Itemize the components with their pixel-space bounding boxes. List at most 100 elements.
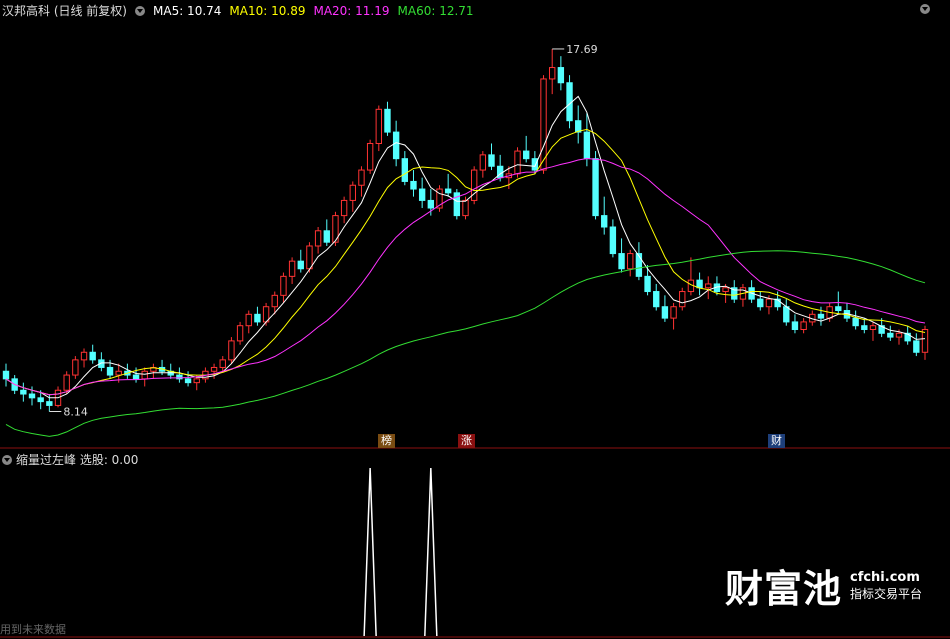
candle-body (444, 188, 452, 194)
candle-body (921, 329, 929, 353)
ma60-value: MA60: 12.71 (397, 4, 474, 18)
candle-body (2, 370, 10, 380)
candle-body (72, 359, 79, 376)
candle-body (132, 374, 140, 380)
candle-body (392, 131, 400, 160)
candle-body (28, 393, 36, 399)
candle-body (705, 283, 712, 289)
candle-body (46, 401, 53, 406)
sub-panel-header: 缩量过左峰 选股: 0.00 (2, 451, 138, 468)
candle-body (228, 340, 235, 361)
candle-body (193, 378, 200, 384)
tag-bang[interactable]: 榜 (378, 434, 395, 448)
candle-body (384, 108, 391, 133)
candle-body (366, 142, 374, 171)
candle-body (254, 313, 261, 323)
watermark: 财富池 cfchi.com 指标交易平台 (725, 558, 922, 613)
watermark-url: cfchi.com (849, 569, 920, 585)
high-label: 17.69 (566, 43, 598, 56)
candle-body (722, 287, 729, 293)
candle-body (869, 325, 877, 331)
stock-title: 汉邦高科 (日线 前复权) (2, 4, 127, 18)
candle-body (306, 245, 313, 270)
candle-body (210, 366, 218, 372)
stock-chart[interactable]: 17.69 8.14 (0, 0, 950, 639)
candle-body (835, 306, 842, 312)
candle-body (245, 313, 252, 327)
candle-body (653, 291, 660, 308)
candle-body (418, 188, 426, 201)
candle-body (757, 298, 764, 308)
candle-body (184, 378, 192, 384)
candle-body (89, 351, 96, 361)
candle-body (401, 158, 408, 182)
candle-body (219, 359, 226, 368)
candle-body (314, 230, 322, 247)
candle-body (37, 397, 44, 403)
candle-body (106, 366, 114, 376)
candle-body (271, 294, 278, 308)
candle-body (852, 317, 859, 327)
candle-body (323, 230, 330, 243)
candle-body (618, 253, 625, 270)
panel-menu-icon[interactable] (920, 4, 930, 14)
candle-body (427, 199, 435, 209)
candle-body (410, 180, 417, 190)
candle-body (895, 332, 903, 338)
candle-body (479, 154, 487, 171)
chart-header: 汉邦高科 (日线 前复权) MA5: 10.74 MA10: 10.89 MA20: … (2, 2, 482, 19)
candle-body (887, 332, 894, 338)
candle-body (288, 260, 296, 277)
candle-body (661, 306, 669, 319)
candle-body (349, 184, 356, 201)
candle-body (557, 67, 565, 84)
low-label: 8.14 (63, 406, 88, 419)
candle-body (115, 370, 122, 376)
candle-body (696, 279, 703, 289)
watermark-slogan: 指标交易平台 (849, 586, 922, 601)
candle-body (791, 321, 799, 331)
candle-body (861, 325, 868, 331)
candle-body (627, 253, 634, 270)
candle-body (765, 298, 773, 308)
candle-body (358, 169, 365, 186)
candle-body (141, 370, 148, 380)
candle-body (488, 154, 495, 167)
ma5-value: MA5: 10.74 (153, 4, 222, 18)
candle-body (609, 226, 617, 255)
ma-line-ma5 (5, 95, 926, 399)
dropdown-icon[interactable] (135, 6, 145, 16)
signal-spike (363, 467, 377, 637)
candle-body (549, 67, 556, 80)
candle-body (644, 275, 651, 293)
candle-body (592, 158, 599, 217)
candle-body (20, 389, 27, 395)
candle-body (462, 199, 469, 217)
candle-body (236, 325, 244, 342)
candle-body (800, 321, 807, 331)
candle-body (531, 158, 539, 171)
candle-body (583, 131, 591, 160)
ma10-value: MA10: 10.89 (229, 4, 306, 18)
ma-line-ma60 (5, 250, 926, 437)
candle-body (913, 340, 920, 353)
candle-body (670, 306, 677, 319)
ma-line-ma10 (5, 128, 926, 396)
watermark-brand: 财富池 (724, 567, 842, 611)
candle-body (340, 199, 348, 217)
candle-body (817, 313, 825, 319)
candle-body (635, 253, 643, 277)
candle-body (601, 215, 608, 228)
candle-body (63, 374, 70, 391)
tag-cai[interactable]: 财 (768, 434, 785, 448)
candle-body (80, 351, 88, 361)
footer-note: 用到未来数据 (0, 623, 66, 636)
candle-body (297, 260, 304, 270)
candle-body (679, 291, 686, 308)
ma20-value: MA20: 11.19 (313, 4, 390, 18)
candle-body (783, 306, 790, 323)
candle-body (523, 150, 530, 160)
collapse-icon[interactable] (2, 455, 12, 465)
candle-body (280, 275, 287, 296)
tag-zhang[interactable]: 涨 (458, 434, 475, 448)
